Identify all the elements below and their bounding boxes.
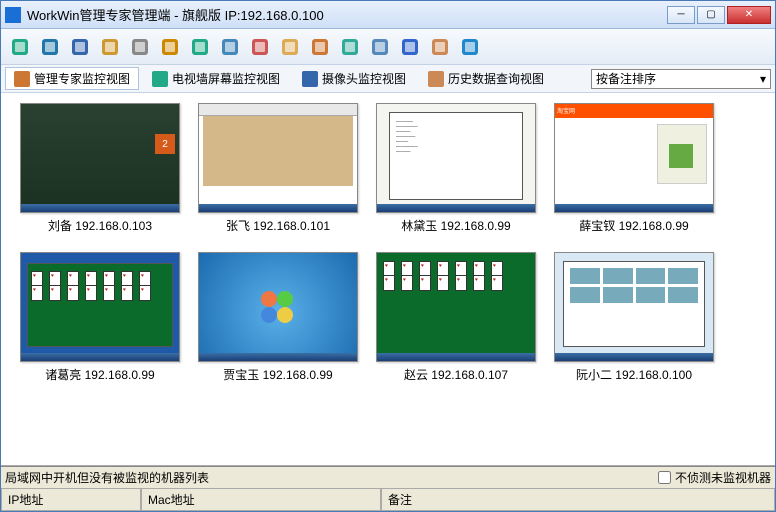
toolbar bbox=[1, 29, 775, 65]
thumbnail-1[interactable]: 张飞 192.168.0.101 bbox=[193, 103, 363, 234]
network-button[interactable] bbox=[337, 34, 363, 60]
tab-0[interactable]: 管理专家监控视图 bbox=[5, 67, 139, 90]
tab-icon-1 bbox=[152, 71, 168, 87]
thumbnail-5[interactable]: 贾宝玉 192.168.0.99 bbox=[193, 252, 363, 383]
tab-icon-0 bbox=[14, 71, 30, 87]
thumbnail-grid: 2 刘备 192.168.0.103 张飞 192.168.0.101 ━━━━━━━… bbox=[15, 103, 761, 383]
detect-checkbox-input[interactable] bbox=[658, 471, 671, 484]
thumbnail-0[interactable]: 2 刘备 192.168.0.103 bbox=[15, 103, 185, 234]
bottom-title: 局域网中开机但没有被监视的机器列表 bbox=[5, 469, 658, 486]
thumbnail-label: 林黛玉 192.168.0.99 bbox=[401, 217, 510, 234]
main-window: WorkWin管理专家管理端 - 旗舰版 IP:192.168.0.100 ─ … bbox=[0, 0, 776, 512]
thumbnail-screen: 淘宝网 bbox=[554, 103, 714, 213]
tab-2[interactable]: 摄像头监控视图 bbox=[293, 67, 415, 90]
thumbnail-label: 赵云 192.168.0.107 bbox=[404, 366, 508, 383]
thumbnail-3[interactable]: 淘宝网薛宝钗 192.168.0.99 bbox=[549, 103, 719, 234]
tab-icon-2 bbox=[302, 71, 318, 87]
tab-icon-3 bbox=[428, 71, 444, 87]
disc-button[interactable] bbox=[367, 34, 393, 60]
view-tabs: 管理专家监控视图电视墙屏幕监控视图摄像头监控视图历史数据查询视图 按备注排序▾ bbox=[1, 65, 775, 93]
app-icon bbox=[5, 7, 21, 23]
maximize-button[interactable]: ▢ bbox=[697, 6, 725, 24]
thumbnail-7[interactable]: 阮小二 192.168.0.100 bbox=[549, 252, 719, 383]
column-header-2[interactable]: 备注 bbox=[381, 489, 775, 511]
mail-button[interactable] bbox=[277, 34, 303, 60]
bottom-panel: 局域网中开机但没有被监视的机器列表 不侦测未监视机器 IP地址Mac地址备注 bbox=[1, 466, 775, 511]
camera-button[interactable] bbox=[247, 34, 273, 60]
desktop-button[interactable] bbox=[217, 34, 243, 60]
contacts-button[interactable] bbox=[427, 34, 453, 60]
content-area: 2 刘备 192.168.0.103 张飞 192.168.0.101 ━━━━━━━… bbox=[1, 93, 775, 466]
minimize-button[interactable]: ─ bbox=[667, 6, 695, 24]
thumbnail-2[interactable]: ━━━━━━━━━━━━━━━━━━━━━━━━━━━━━━━━━━━━━━━━… bbox=[371, 103, 541, 234]
web-button[interactable] bbox=[37, 34, 63, 60]
thumbnail-label: 贾宝玉 192.168.0.99 bbox=[223, 366, 332, 383]
thumbnail-screen: ♥♥♥♥♥♥♥♥♥♥♥♥♥♥ bbox=[20, 252, 180, 362]
monitor-button[interactable] bbox=[7, 34, 33, 60]
users-button[interactable] bbox=[97, 34, 123, 60]
lock-button[interactable] bbox=[157, 34, 183, 60]
window-title: WorkWin管理专家管理端 - 旗舰版 IP:192.168.0.100 bbox=[27, 5, 667, 24]
thumbnail-4[interactable]: ♥♥♥♥♥♥♥♥♥♥♥♥♥♥ 诸葛亮 192.168.0.99 bbox=[15, 252, 185, 383]
thumbnail-screen: 2 bbox=[20, 103, 180, 213]
book-button[interactable] bbox=[397, 34, 423, 60]
titlebar: WorkWin管理专家管理端 - 旗舰版 IP:192.168.0.100 ─ … bbox=[1, 1, 775, 29]
sort-select[interactable]: 按备注排序▾ bbox=[591, 69, 771, 89]
gear-button[interactable] bbox=[127, 34, 153, 60]
thumbnail-screen bbox=[554, 252, 714, 362]
thumbnail-label: 薛宝钗 192.168.0.99 bbox=[579, 217, 688, 234]
refresh-button[interactable] bbox=[187, 34, 213, 60]
bottom-table-header: IP地址Mac地址备注 bbox=[1, 489, 775, 511]
thumbnail-label: 刘备 192.168.0.103 bbox=[48, 217, 152, 234]
thumbnail-screen bbox=[198, 252, 358, 362]
thumbnail-6[interactable]: ♥♥♥♥♥♥♥♥♥♥♥♥♥♥ 赵云 192.168.0.107 bbox=[371, 252, 541, 383]
close-button[interactable]: ✕ bbox=[727, 6, 771, 24]
chevron-down-icon: ▾ bbox=[760, 72, 766, 86]
thumbnail-label: 阮小二 192.168.0.100 bbox=[576, 366, 692, 383]
help-button[interactable] bbox=[457, 34, 483, 60]
detect-checkbox[interactable]: 不侦测未监视机器 bbox=[658, 469, 771, 486]
disk-button[interactable] bbox=[307, 34, 333, 60]
thumbnail-label: 诸葛亮 192.168.0.99 bbox=[45, 366, 154, 383]
screen-button[interactable] bbox=[67, 34, 93, 60]
tab-1[interactable]: 电视墙屏幕监控视图 bbox=[143, 67, 289, 90]
thumbnail-screen: ♥♥♥♥♥♥♥♥♥♥♥♥♥♥ bbox=[376, 252, 536, 362]
column-header-1[interactable]: Mac地址 bbox=[141, 489, 381, 511]
thumbnail-screen bbox=[198, 103, 358, 213]
column-header-0[interactable]: IP地址 bbox=[1, 489, 141, 511]
tab-3[interactable]: 历史数据查询视图 bbox=[419, 67, 553, 90]
thumbnail-label: 张飞 192.168.0.101 bbox=[226, 217, 330, 234]
thumbnail-screen: ━━━━━━━━━━━━━━━━━━━━━━━━━━━━━━━━━━━━━━━━… bbox=[376, 103, 536, 213]
